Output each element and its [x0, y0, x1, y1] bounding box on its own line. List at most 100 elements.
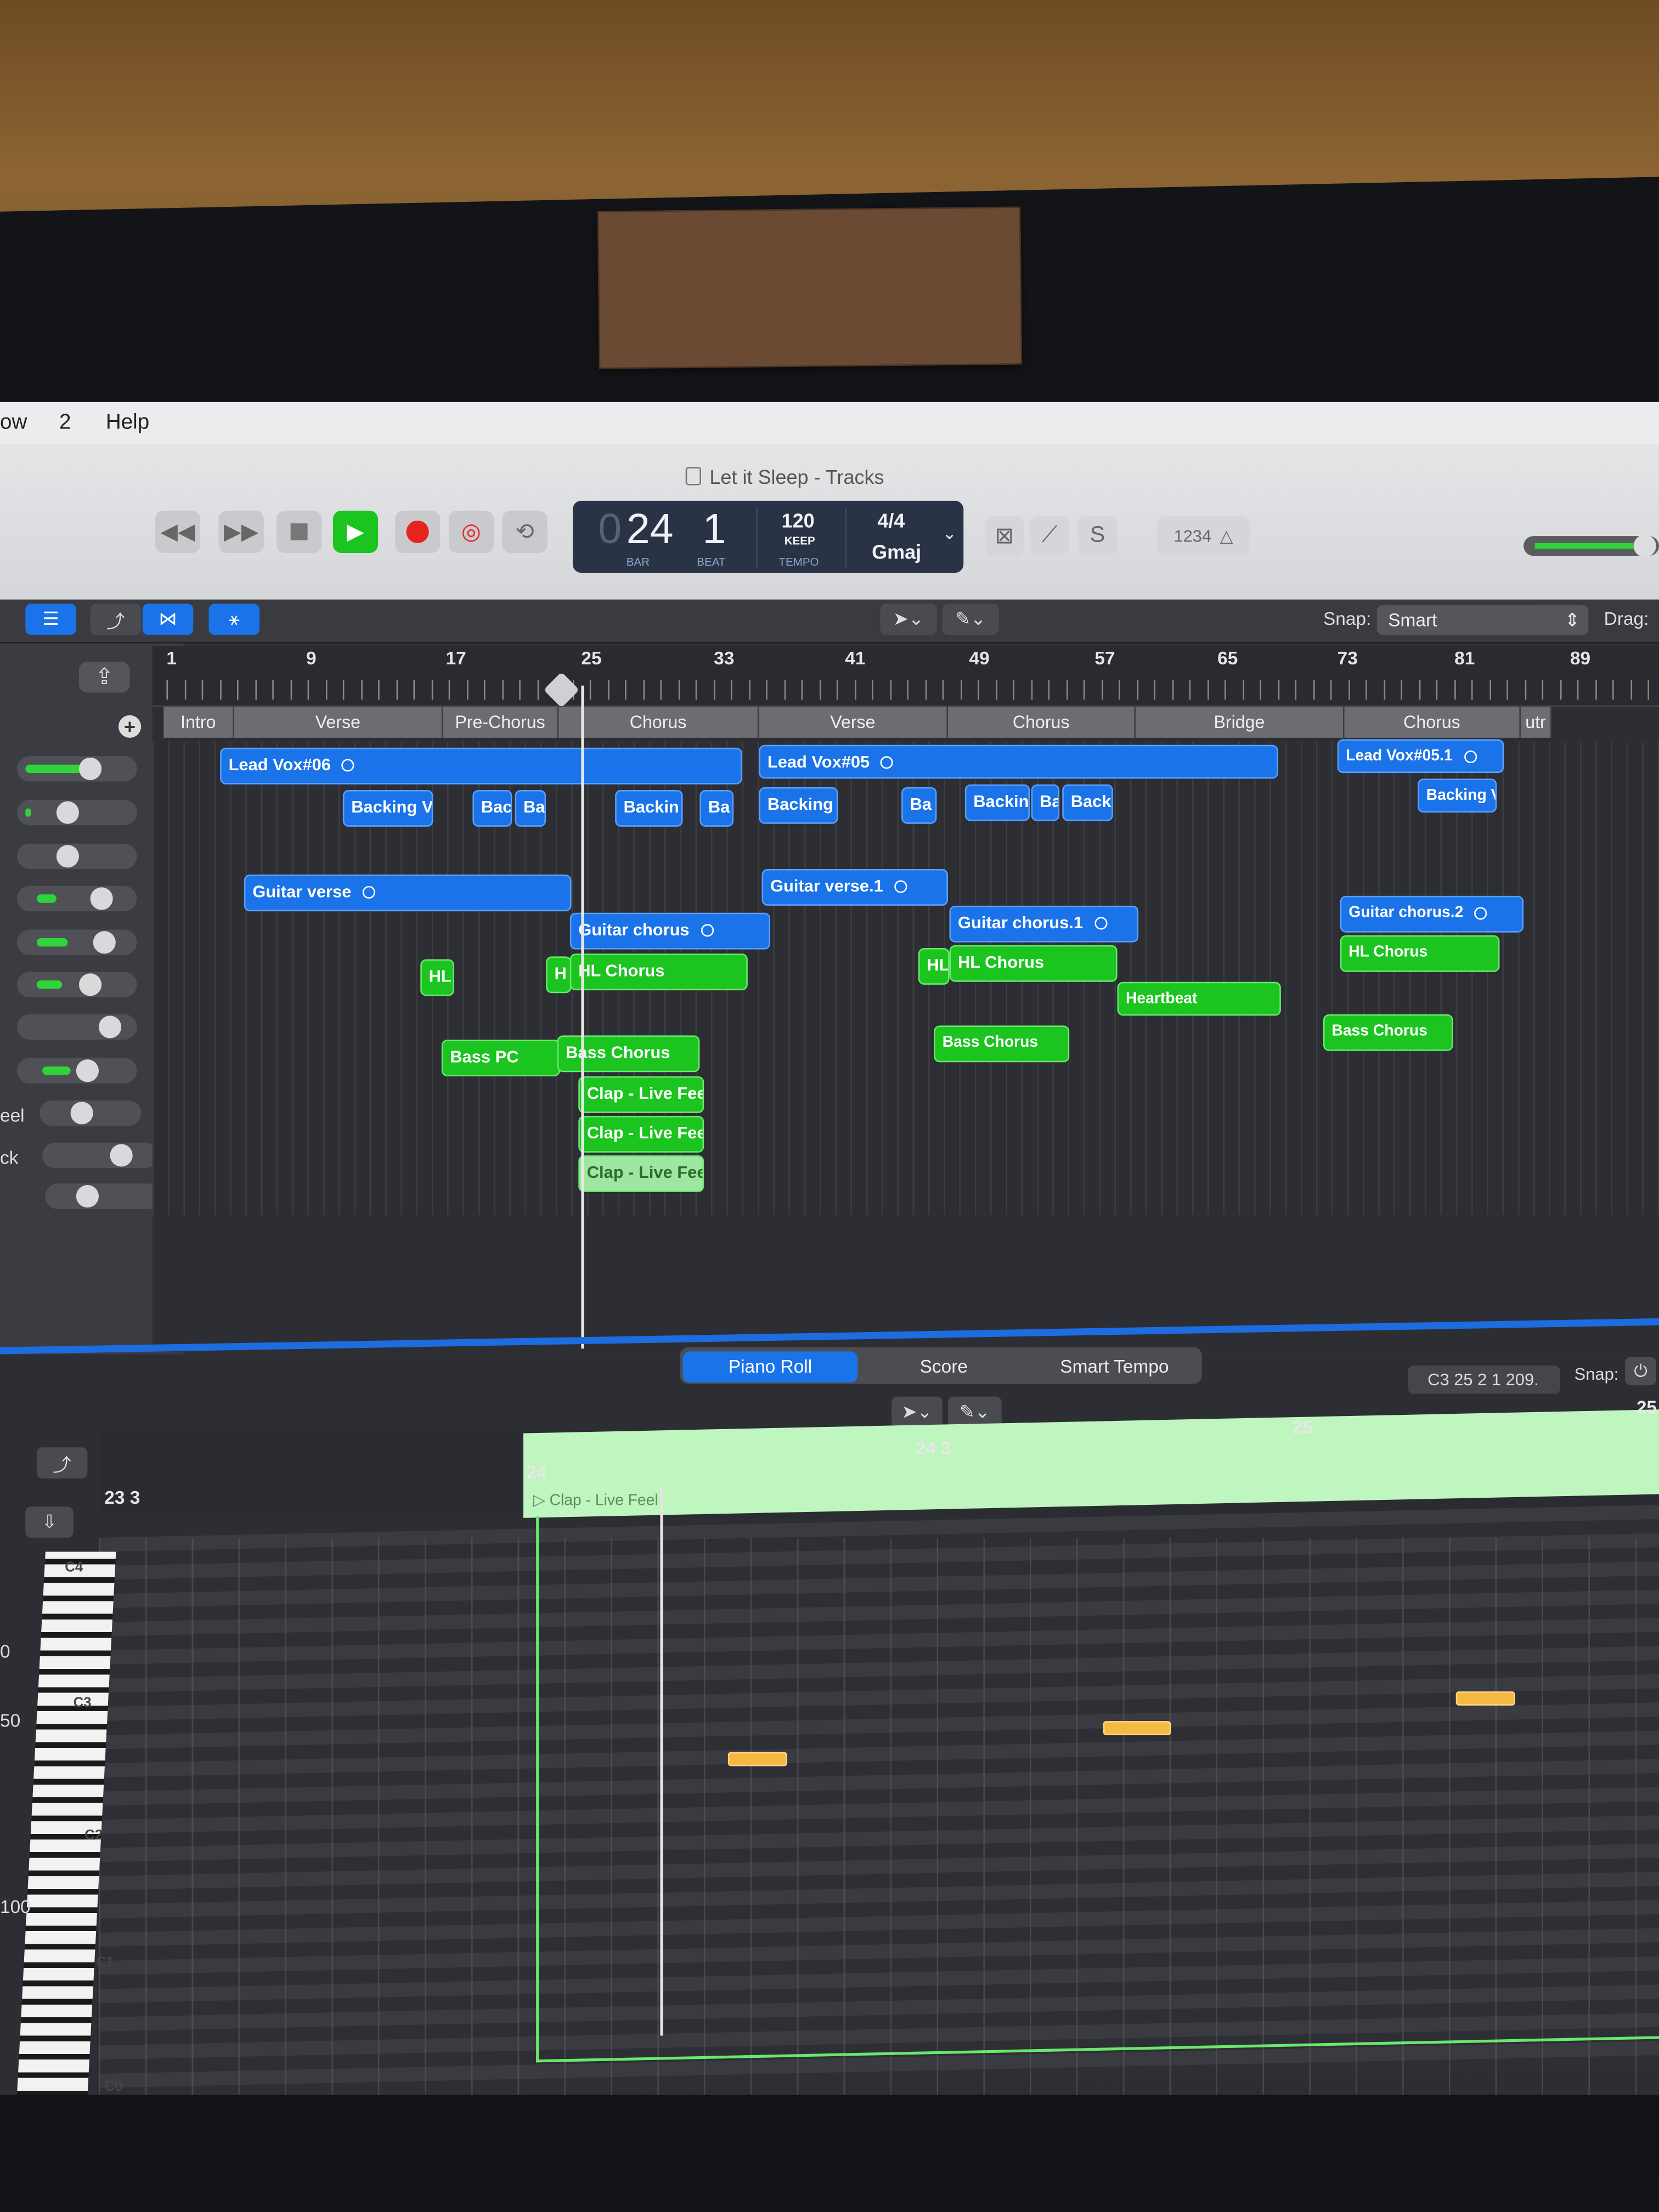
lcd-display[interactable]: 0 24 1 BAR BEAT 120 KEEP TEMPO 4/4 Gmaj …	[572, 500, 964, 573]
audio-region[interactable]: Ba	[699, 789, 734, 827]
midi-region[interactable]: Bass PC	[441, 1040, 560, 1076]
rewind-button[interactable]: ◀◀	[155, 510, 201, 553]
count-in-metronome-button[interactable]: 1234 △	[1156, 516, 1250, 556]
audio-region[interactable]: Lead Vox#06	[220, 747, 742, 785]
collapse-button[interactable]: ⇩	[25, 1506, 74, 1538]
marker-chorus[interactable]: Chorus	[947, 707, 1136, 738]
track-volume-slider[interactable]	[16, 843, 137, 869]
upload-button[interactable]: ⇪	[78, 661, 130, 693]
audio-region[interactable]: Guitar chorus.1	[949, 905, 1139, 943]
audio-region[interactable]: Backin	[964, 784, 1030, 821]
midi-region[interactable]: Heartbeat	[1117, 981, 1281, 1016]
track-volume-slider[interactable]	[16, 929, 137, 955]
midi-note[interactable]	[1103, 1721, 1171, 1735]
editor-automation-button[interactable]: ⤴	[36, 1447, 88, 1479]
tab-smart-tempo[interactable]: Smart Tempo	[1030, 1351, 1199, 1383]
region-label: Backing V	[351, 797, 433, 817]
midi-note[interactable]	[1455, 1691, 1515, 1706]
audio-region[interactable]: Backing	[759, 787, 838, 824]
low-latency-button[interactable]: ⊠	[984, 516, 1024, 556]
audio-region[interactable]: Guitar verse	[244, 874, 572, 912]
track-volume-slider[interactable]	[16, 1058, 137, 1084]
tab-piano-roll[interactable]: Piano Roll	[682, 1351, 858, 1383]
menu-2[interactable]: 2	[59, 410, 71, 435]
marker-verse[interactable]: Verse	[234, 707, 443, 738]
marker-verse[interactable]: Verse	[759, 707, 948, 738]
low-latency-icon: ⊠	[995, 524, 1014, 549]
list-view-button[interactable]: ☰	[25, 603, 76, 635]
audio-region[interactable]: Backing V	[1418, 778, 1497, 813]
tuner-button[interactable]: ⟋	[1030, 516, 1070, 556]
play-button[interactable]: ▶	[332, 510, 379, 553]
audio-region[interactable]: Ba	[515, 789, 546, 827]
capture-record-button[interactable]: ◎	[448, 510, 494, 553]
menu-help[interactable]: Help	[106, 410, 149, 435]
record-button[interactable]	[394, 510, 441, 553]
ruler-tick	[1436, 680, 1438, 700]
marker-outro[interactable]: utr	[1520, 707, 1552, 738]
midi-region[interactable]: Clap - Live Feel	[578, 1076, 704, 1113]
pr-region-name: Clap - Live Feel	[549, 1492, 658, 1510]
audio-region[interactable]: Bac	[472, 789, 512, 827]
pointer-tool-menu[interactable]: ➤⌄	[880, 603, 937, 635]
audio-region[interactable]: Lead Vox#05.1	[1337, 739, 1504, 774]
marker-intro[interactable]: Intro	[163, 707, 234, 738]
midi-region[interactable]: HL	[918, 947, 950, 985]
fast-forward-button[interactable]: ▶▶	[218, 510, 264, 553]
editor-playhead[interactable]	[660, 1488, 663, 2036]
audio-region[interactable]: Backin	[615, 789, 683, 827]
audio-region[interactable]: Ba	[901, 787, 937, 824]
midi-region-selected[interactable]: Clap - Live Feel	[578, 1155, 704, 1192]
track-volume-slider[interactable]	[39, 1100, 142, 1126]
flex-button[interactable]: ⋈	[142, 603, 194, 635]
midi-region[interactable]: HL Chorus	[569, 953, 748, 991]
midi-region[interactable]: HL	[420, 959, 454, 996]
playhead[interactable]	[581, 685, 584, 1349]
track-volume-slider[interactable]	[16, 972, 137, 997]
marker-chorus[interactable]: Chorus	[558, 707, 759, 738]
solo-button[interactable]: S	[1077, 516, 1118, 556]
track-volume-slider[interactable]	[42, 1142, 158, 1169]
audio-region[interactable]: Ba	[1031, 784, 1060, 821]
audio-region[interactable]: Guitar verse.1	[761, 868, 948, 906]
stop-button[interactable]	[276, 510, 322, 553]
audio-region[interactable]: Backing V	[342, 789, 433, 827]
pencil-tool-menu[interactable]: ✎⌄	[942, 603, 999, 635]
ruler-tick	[1594, 680, 1596, 700]
midi-region[interactable]: H	[546, 956, 572, 994]
add-track-button[interactable]: +	[118, 715, 142, 738]
midi-region[interactable]: HL Chorus	[1340, 935, 1500, 972]
marker-bridge[interactable]: Bridge	[1135, 707, 1345, 738]
audio-region[interactable]: Guitar chorus.2	[1340, 895, 1524, 933]
marker-chorus[interactable]: Chorus	[1344, 707, 1521, 738]
midi-region[interactable]: HL Chorus	[949, 945, 1118, 982]
track-volume-slider[interactable]	[16, 799, 137, 826]
editor-pointer-tool[interactable]: ➤⌄	[891, 1396, 943, 1428]
midi-region[interactable]: Bass Chorus	[934, 1025, 1070, 1063]
marker-pre-chorus[interactable]: Pre-Chorus	[443, 707, 559, 738]
lcd-dropdown-icon[interactable]: ⌄	[943, 523, 957, 543]
catch-button[interactable]: ⚹	[208, 603, 260, 635]
region-label: Guitar chorus.2	[1348, 904, 1464, 922]
midi-region[interactable]: Clap - Live Feel	[578, 1115, 704, 1153]
track-volume-slider[interactable]	[16, 885, 137, 912]
track-volume-slider[interactable]	[45, 1183, 161, 1209]
track-volume-slider[interactable]	[16, 756, 137, 782]
midi-region[interactable]: Bass Chorus	[557, 1035, 700, 1073]
audio-region[interactable]: Backi	[1062, 784, 1113, 821]
midi-region[interactable]: Bass Chorus	[1323, 1014, 1453, 1051]
master-volume-slider[interactable]	[1523, 534, 1659, 557]
tab-score[interactable]: Score	[861, 1351, 1027, 1383]
midi-note[interactable]	[727, 1752, 787, 1767]
automation-button[interactable]: ⤴	[90, 603, 142, 635]
power-button[interactable]: ⏻	[1625, 1357, 1656, 1386]
snap-select[interactable]: Smart ⇕	[1376, 605, 1589, 635]
region-label: Ba	[1040, 791, 1060, 811]
document-icon	[685, 467, 701, 486]
track-volume-slider[interactable]	[16, 1014, 137, 1040]
menu-window[interactable]: ow	[0, 410, 27, 435]
region-label: Bass PC	[450, 1046, 519, 1066]
audio-region[interactable]: Lead Vox#05	[759, 744, 1278, 779]
audio-region[interactable]: Guitar chorus	[569, 912, 770, 950]
cycle-button[interactable]: ⟲	[502, 510, 548, 553]
